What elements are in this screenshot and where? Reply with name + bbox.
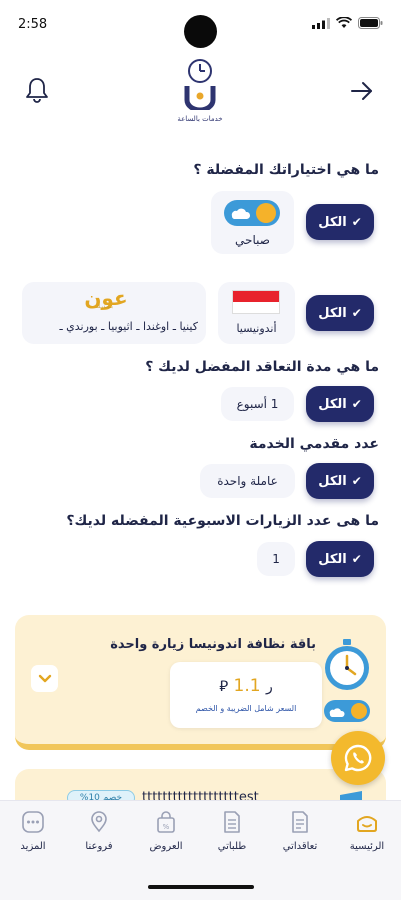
back-button[interactable] xyxy=(349,78,375,104)
more-icon xyxy=(22,811,44,833)
home-indicator xyxy=(148,885,254,889)
notifications-button[interactable] xyxy=(24,76,50,104)
price-value: 1.1 xyxy=(233,676,261,696)
indonesia-flag-icon xyxy=(232,290,280,314)
visits-option-chip[interactable]: 1 xyxy=(257,542,295,576)
nav-item-orders[interactable]: طلباتي xyxy=(200,811,264,852)
nav-label-more: المزيد xyxy=(20,841,46,852)
nav-item-contracts[interactable]: تعاقداتي xyxy=(268,811,332,852)
whatsapp-icon xyxy=(344,744,372,772)
all-label: الكل xyxy=(318,305,347,321)
nav-label-branches: فروعنا xyxy=(85,841,113,852)
status-bar: 2:58 xyxy=(0,0,401,52)
check-icon: ✔ xyxy=(351,215,362,229)
all-label: الكل xyxy=(318,214,347,230)
home-icon xyxy=(357,816,377,832)
visits-question: ما هى عدد الزيارات الاسبوعية المفضله لدي… xyxy=(66,513,379,529)
price-note: السعر شامل الضريبة و الخصم xyxy=(195,704,297,713)
check-icon: ✔ xyxy=(351,474,362,488)
front-camera xyxy=(184,15,217,48)
nav-item-offers[interactable]: % العروض xyxy=(134,811,198,852)
nav-label-offers: العروض xyxy=(149,841,183,852)
duration-option-chip[interactable]: 1 أسبوع xyxy=(221,387,294,421)
nav-item-branches[interactable]: فروعنا xyxy=(67,811,131,852)
country-option-card[interactable]: أندونيسيا xyxy=(218,282,295,344)
offers-bag-icon: % xyxy=(157,811,175,833)
svg-text:%: % xyxy=(163,823,170,831)
providers-option-chip[interactable]: عاملة واحدة xyxy=(200,464,295,498)
wifi-icon xyxy=(336,17,352,28)
country-label: أندونيسيا xyxy=(236,322,277,335)
bell-icon xyxy=(26,78,48,103)
battery-icon xyxy=(358,17,383,29)
company-option-card[interactable]: عون بـمـديـك كينيا ـ اوغندا ـ اثيوبيا ـ … xyxy=(22,282,206,344)
nav-label-orders: طلباتي xyxy=(217,841,247,852)
day-toggle-icon xyxy=(224,200,280,226)
shift-option-card[interactable]: صباحي xyxy=(211,191,294,254)
price-display: ر 1.1 ⃁ xyxy=(170,676,322,696)
expand-package-button[interactable] xyxy=(31,665,58,692)
whatsapp-button[interactable] xyxy=(331,731,385,785)
status-icons xyxy=(312,17,383,29)
clock-logo-icon xyxy=(184,59,216,113)
arrow-right-icon xyxy=(351,82,372,100)
contract-icon xyxy=(292,811,308,833)
riyal-icon: ⃁ xyxy=(219,677,229,695)
package-card[interactable]: باقة نظافة اندونيسا زيارة واحدة ر 1.1 ⃁ … xyxy=(15,615,386,750)
package-title: باقة نظافة اندونيسا زيارة واحدة xyxy=(110,637,316,652)
price-box: ر 1.1 ⃁ السعر شامل الضريبة و الخصم xyxy=(170,662,322,728)
check-icon: ✔ xyxy=(351,552,362,566)
company-tagline: بـمـديـك xyxy=(96,304,113,310)
duration-all-button[interactable]: ✔ الكل xyxy=(306,386,374,422)
all-label: الكل xyxy=(318,473,347,489)
status-time: 2:58 xyxy=(18,17,48,32)
providers-all-button[interactable]: ✔ الكل xyxy=(306,463,374,499)
all-label: الكل xyxy=(318,396,347,412)
country-all-button[interactable]: ✔ الكل xyxy=(306,295,374,331)
nav-item-home[interactable]: الرئيسية xyxy=(335,811,399,852)
orders-icon xyxy=(224,811,240,833)
app-logo: خدمات بالساعة xyxy=(170,58,230,124)
nav-label-home: الرئيسية xyxy=(349,841,385,852)
providers-question: عدد مقدمي الخدمة xyxy=(249,436,379,452)
location-pin-icon xyxy=(91,811,107,833)
app-header: خدمات بالساعة xyxy=(0,58,401,124)
currency-label: ر xyxy=(266,679,273,695)
visits-all-button[interactable]: ✔ الكل xyxy=(306,541,374,577)
shift-label: صباحي xyxy=(235,233,270,247)
preferences-question: ما هي اختياراتك المفضلة ؟ xyxy=(193,162,379,178)
company-countries: كينيا ـ اوغندا ـ اثيوبيا ـ بورندي ـ xyxy=(59,320,198,333)
all-label: الكل xyxy=(318,551,347,567)
chevron-down-icon xyxy=(38,674,51,682)
logo-text: خدمات بالساعة xyxy=(177,115,223,123)
shift-all-button[interactable]: ✔ الكل xyxy=(306,204,374,240)
signal-icon xyxy=(312,17,330,29)
check-icon: ✔ xyxy=(351,397,362,411)
nav-label-contracts: تعاقداتي xyxy=(282,841,318,852)
nav-item-more[interactable]: المزيد xyxy=(1,811,65,852)
stopwatch-icon xyxy=(324,639,370,722)
duration-question: ما هي مدة التعاقد المفضل لديك ؟ xyxy=(145,359,379,375)
check-icon: ✔ xyxy=(351,306,362,320)
